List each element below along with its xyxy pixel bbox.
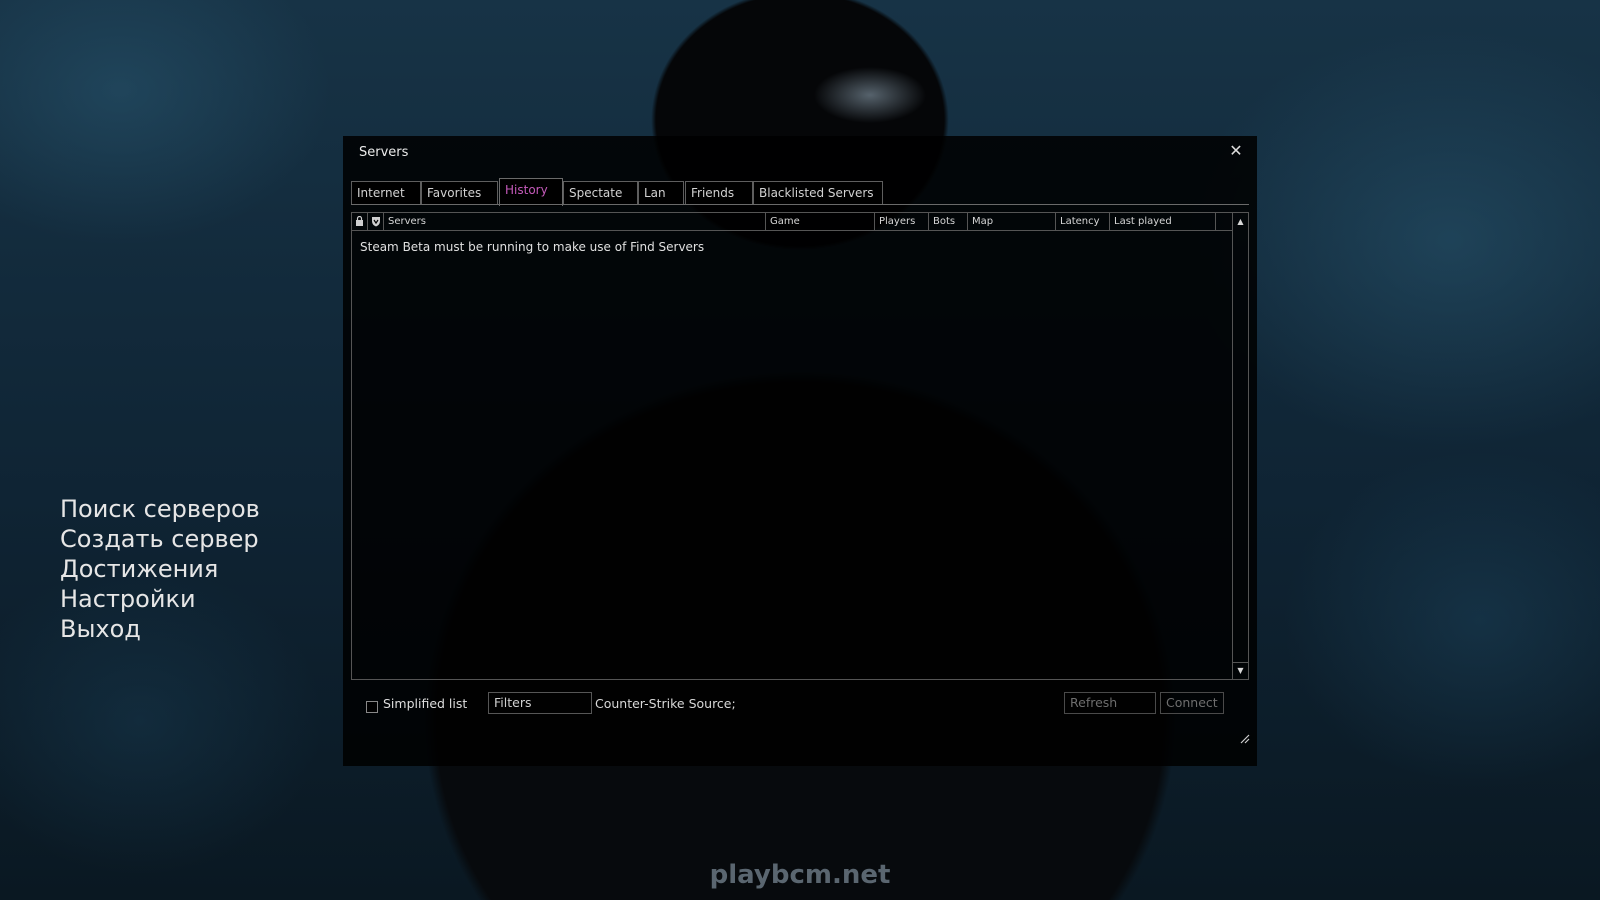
column-map[interactable]: Map [968, 213, 1056, 230]
close-icon[interactable]: ✕ [1227, 142, 1245, 160]
bottom-bar: Simplified list Filters Counter-Strike S… [351, 684, 1249, 726]
menu-settings[interactable]: Настройки [60, 584, 260, 614]
tab-favorites[interactable]: Favorites [421, 181, 498, 204]
tab-internet[interactable]: Internet [351, 181, 421, 204]
scrollbar[interactable]: ▲ ▼ [1232, 213, 1248, 679]
tab-friends[interactable]: Friends [685, 181, 753, 204]
column-servers[interactable]: Servers [384, 213, 766, 230]
filters-button[interactable]: Filters [488, 692, 592, 714]
main-menu: Поиск серверов Создать сервер Достижения… [60, 494, 260, 644]
lock-icon[interactable] [352, 213, 368, 230]
vac-shield-icon[interactable] [368, 213, 384, 230]
column-last-played[interactable]: Last played [1110, 213, 1216, 230]
tab-divider [351, 204, 1249, 205]
server-list[interactable]: Servers Game Players Bots Map Latency La… [351, 212, 1249, 680]
dialog-title: Servers [359, 145, 409, 160]
filter-summary: Counter-Strike Source; [595, 696, 736, 711]
watermark: playbcm.net [709, 860, 891, 890]
column-players[interactable]: Players [875, 213, 929, 230]
menu-find-servers[interactable]: Поиск серверов [60, 494, 260, 524]
menu-create-server[interactable]: Создать сервер [60, 524, 260, 554]
tab-spectate[interactable]: Spectate [563, 181, 638, 204]
menu-exit[interactable]: Выход [60, 614, 260, 644]
tab-history[interactable]: History [499, 178, 563, 206]
menu-achievements[interactable]: Достижения [60, 554, 260, 584]
scroll-down-icon[interactable]: ▼ [1233, 662, 1248, 678]
simplified-list-checkbox[interactable] [366, 701, 378, 713]
list-header: Servers Game Players Bots Map Latency La… [352, 213, 1232, 231]
column-bots[interactable]: Bots [929, 213, 968, 230]
column-latency[interactable]: Latency [1056, 213, 1110, 230]
scroll-up-icon[interactable]: ▲ [1233, 214, 1248, 229]
status-message: Steam Beta must be running to make use o… [360, 240, 705, 254]
connect-button[interactable]: Connect [1160, 692, 1224, 714]
column-game[interactable]: Game [766, 213, 875, 230]
refresh-button[interactable]: Refresh [1064, 692, 1156, 714]
servers-dialog: Servers ✕ Internet Favorites History Spe… [343, 136, 1257, 766]
resize-grip-icon[interactable] [1238, 732, 1250, 744]
tab-lan[interactable]: Lan [638, 181, 684, 204]
simplified-list-label[interactable]: Simplified list [383, 696, 467, 711]
tab-blacklisted-servers[interactable]: Blacklisted Servers [753, 181, 883, 204]
soldier-eyes [780, 55, 940, 135]
